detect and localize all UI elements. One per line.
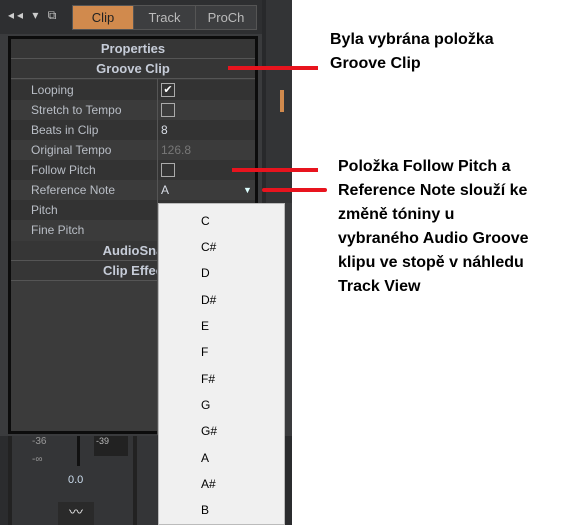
row-stretch: Stretch to Tempo [11, 100, 255, 120]
label: Reference Note [31, 183, 116, 197]
reference-note-dropdown: C C# D D# E F F# G G# A A# B [158, 203, 285, 525]
option-g-sharp[interactable]: G# [201, 424, 217, 438]
tempo-field: 126.8 [161, 143, 192, 157]
annotation-follow-pitch: Položka Follow Pitch a Reference Note sl… [338, 155, 529, 299]
annotation-text: vybraného Audio Groove [338, 230, 529, 247]
peak-readout: -39 [94, 436, 128, 456]
groove-clip-header[interactable]: Groove Clip [11, 59, 255, 79]
tab-track[interactable]: Track [133, 5, 196, 30]
label: Fine Pitch [31, 223, 85, 237]
volume-readout[interactable]: 0.0 [68, 474, 83, 486]
label: Beats in Clip [31, 123, 99, 137]
option-d[interactable]: D [201, 266, 210, 280]
meter-scale: -36 [32, 436, 47, 447]
label: Original Tempo [31, 143, 112, 157]
option-e[interactable]: E [201, 319, 209, 333]
annotation-text: změně tóniny u [338, 206, 455, 223]
row-follow-pitch: Follow Pitch [11, 160, 255, 180]
annotation-line [228, 66, 318, 70]
option-b[interactable]: B [201, 503, 209, 517]
option-a-sharp[interactable]: A# [201, 477, 216, 491]
follow-pitch-checkbox[interactable] [161, 163, 175, 177]
label: Stretch to Tempo [31, 103, 122, 117]
row-tempo: Original Tempo 126.8 [11, 140, 255, 160]
tab-proch[interactable]: ProCh [195, 5, 257, 30]
annotation-text: klipu ve stopě v náhledu [338, 254, 524, 271]
chevron-down-icon[interactable]: ▼ [243, 180, 252, 200]
row-beats: Beats in Clip 8 [11, 120, 255, 140]
properties-header: Properties [11, 39, 255, 59]
track-view-edge [262, 0, 292, 203]
meter-scale: -∞ [32, 454, 43, 465]
annotation-text: Track View [338, 278, 421, 295]
option-c[interactable]: C [201, 214, 210, 228]
annotation-line [232, 168, 318, 172]
beats-field[interactable]: 8 [161, 120, 168, 140]
option-a[interactable]: A [201, 451, 209, 465]
label: Follow Pitch [31, 163, 96, 177]
app-window: ◂◂ ▾ ⧉ Clip Track ProCh Properties Groov… [0, 0, 292, 525]
waveform-icon[interactable]: 〰 [58, 502, 94, 525]
option-f[interactable]: F [201, 345, 208, 359]
annotation-text: Groove Clip [330, 55, 421, 72]
label: Looping [31, 83, 74, 97]
option-g[interactable]: G [201, 398, 210, 412]
annotation-text: Položka Follow Pitch a [338, 158, 511, 175]
row-reference-note[interactable]: Reference Note A ▼ [11, 180, 255, 200]
nav-icons[interactable]: ◂◂ ▾ ⧉ [8, 8, 59, 23]
option-c-sharp[interactable]: C# [201, 240, 216, 254]
stretch-checkbox[interactable] [161, 103, 175, 117]
reference-note-select[interactable]: A [161, 180, 169, 200]
label: Pitch [31, 203, 58, 217]
annotation-line [262, 188, 327, 192]
annotation-groove-clip: Byla vybrána položka Groove Clip [330, 28, 494, 76]
looping-checkbox[interactable]: ✔ [161, 83, 175, 97]
annotation-text: Byla vybrána položka [330, 31, 494, 48]
option-f-sharp[interactable]: F# [201, 372, 215, 386]
option-d-sharp[interactable]: D# [201, 293, 216, 307]
channel-strip: -36 -∞ -39 0.0 〰 [8, 436, 133, 525]
row-looping: Looping ✔ [11, 80, 255, 100]
toolbar: ◂◂ ▾ ⧉ Clip Track ProCh [0, 0, 292, 34]
annotation-text: Reference Note slouží ke [338, 182, 528, 199]
tab-clip[interactable]: Clip [72, 5, 134, 30]
fader[interactable] [77, 436, 80, 466]
